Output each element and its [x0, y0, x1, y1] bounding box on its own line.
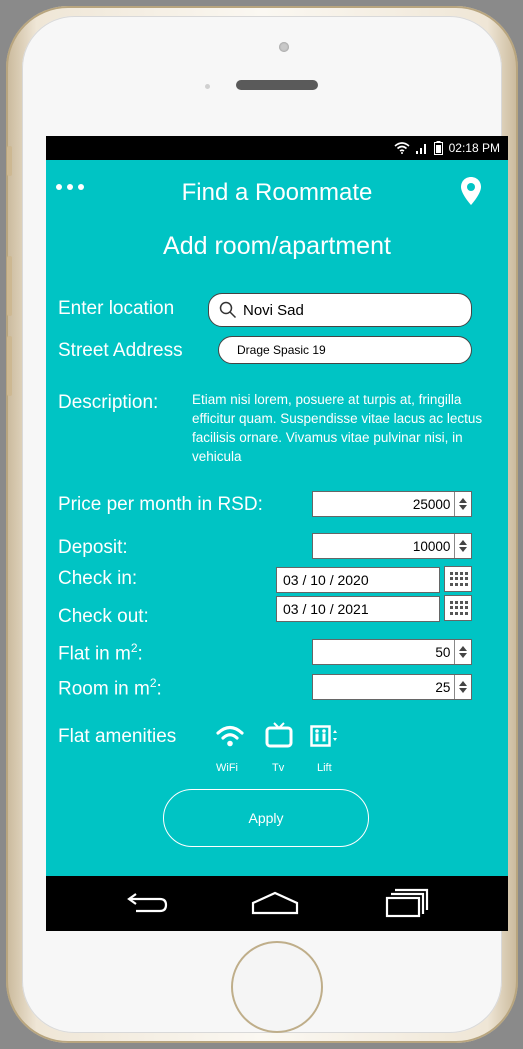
app-bar: Find a Roommate: [46, 160, 508, 220]
deposit-input[interactable]: [313, 534, 455, 558]
street-input[interactable]: [237, 343, 471, 357]
app-screen: 02:18 PM Find a Roommate Add room/apartm…: [46, 136, 508, 931]
wifi-icon: [394, 142, 410, 154]
volume-down-button: [7, 336, 12, 396]
map-pin-icon[interactable]: [460, 176, 482, 206]
deposit-label: Deposit:: [58, 537, 128, 558]
mute-switch: [7, 146, 12, 176]
earpiece-speaker: [236, 80, 318, 90]
recent-apps-icon[interactable]: [385, 888, 429, 918]
flat-area-spinner[interactable]: [454, 640, 471, 664]
checkin-date-field[interactable]: [276, 567, 440, 593]
apply-button[interactable]: Apply: [163, 789, 369, 847]
description-text[interactable]: Etiam nisi lorem, posuere at turpis at, …: [192, 390, 502, 466]
description-label: Description:: [58, 392, 159, 413]
front-camera: [279, 42, 289, 52]
deposit-stepper[interactable]: [312, 533, 472, 559]
app-title: Find a Roommate: [181, 179, 373, 206]
checkout-date-field[interactable]: [276, 596, 440, 622]
price-spinner[interactable]: [454, 492, 471, 516]
amenity-label-lift: Lift: [317, 762, 332, 774]
volume-up-button: [7, 256, 12, 316]
tv-icon[interactable]: [265, 722, 293, 748]
amenity-label-tv: Tv: [272, 762, 285, 774]
location-input[interactable]: [243, 301, 471, 319]
navigation-bar: [46, 876, 508, 931]
flat-area-label: Flat in m2:: [58, 641, 143, 665]
checkin-label: Check in:: [58, 568, 138, 589]
room-area-spinner[interactable]: [454, 675, 471, 699]
checkout-input[interactable]: [277, 597, 439, 621]
street-field[interactable]: [218, 336, 472, 364]
physical-home-button[interactable]: [231, 941, 323, 1033]
battery-icon: [433, 141, 443, 155]
back-icon[interactable]: [126, 891, 170, 915]
flat-area-input[interactable]: [313, 640, 455, 664]
page-title: Add room/apartment: [163, 232, 391, 260]
location-label: Enter location: [58, 298, 175, 319]
price-stepper[interactable]: [312, 491, 472, 517]
deposit-spinner[interactable]: [454, 534, 471, 558]
wifi-icon[interactable]: [216, 725, 244, 747]
checkin-input[interactable]: [277, 568, 439, 592]
status-time: 02:18 PM: [448, 141, 500, 155]
checkout-label: Check out:: [58, 606, 149, 627]
calendar-icon[interactable]: [444, 566, 472, 592]
amenities-label: Flat amenities: [58, 726, 177, 747]
location-field[interactable]: [208, 293, 472, 327]
price-input[interactable]: [313, 492, 455, 516]
search-icon: [219, 301, 237, 319]
status-bar: 02:18 PM: [46, 136, 508, 160]
room-area-stepper[interactable]: [312, 674, 472, 700]
home-icon[interactable]: [251, 891, 299, 915]
signal-icon: [415, 144, 426, 154]
elevator-icon[interactable]: [310, 725, 338, 747]
amenity-label-wifi: WiFi: [216, 762, 238, 774]
price-label: Price per month in RSD:: [58, 494, 263, 515]
proximity-sensor: [205, 84, 210, 89]
flat-area-stepper[interactable]: [312, 639, 472, 665]
street-label: Street Address: [58, 340, 183, 361]
room-area-input[interactable]: [313, 675, 455, 699]
calendar-icon[interactable]: [444, 595, 472, 621]
room-area-label: Room in m2:: [58, 676, 162, 700]
